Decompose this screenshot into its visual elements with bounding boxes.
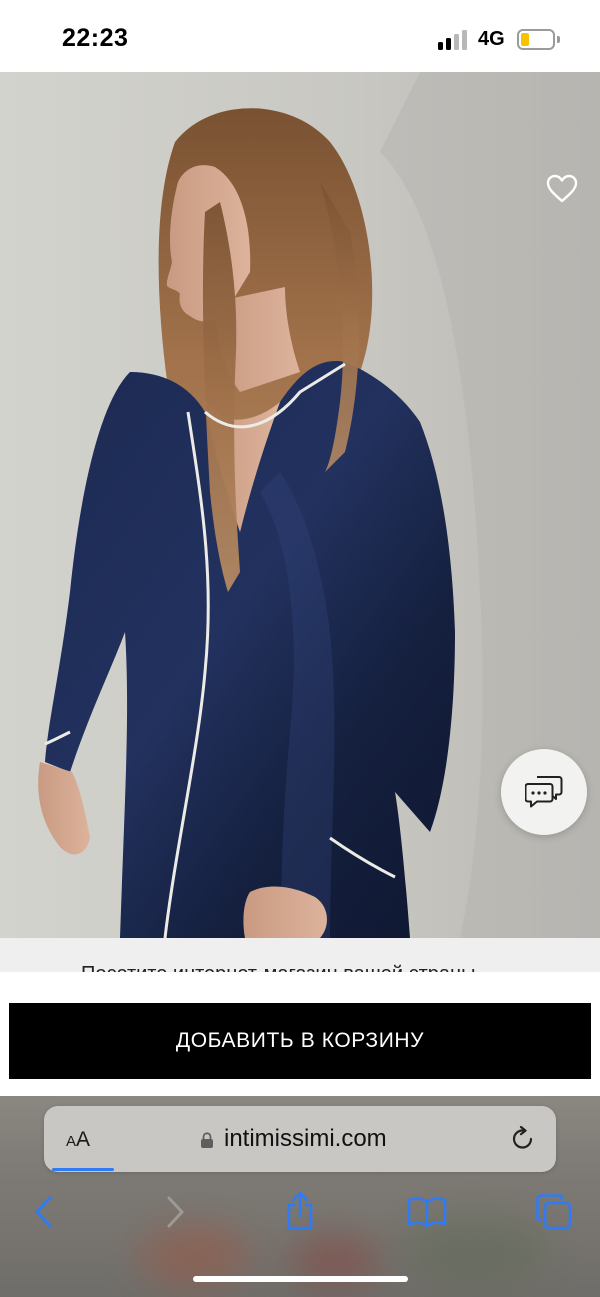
product-image[interactable] (0, 72, 600, 938)
favorite-button[interactable] (545, 172, 579, 206)
aa-small-glyph: A (66, 1133, 77, 1150)
battery-cap (557, 36, 560, 43)
status-time: 22:23 (62, 24, 129, 52)
home-indicator (193, 1276, 408, 1282)
back-icon[interactable] (32, 1194, 56, 1230)
add-to-cart-button[interactable]: ДОБАВИТЬ В КОРЗИНУ (9, 1003, 591, 1079)
reload-icon[interactable] (510, 1126, 536, 1152)
country-store-banner[interactable]: Посетите интернет-магазин вашей страны ⌄ (0, 938, 600, 972)
bookmarks-icon[interactable] (407, 1196, 447, 1228)
chat-bubbles-icon (525, 776, 563, 808)
share-icon[interactable] (284, 1190, 316, 1232)
heart-outline-icon (546, 174, 578, 203)
battery-icon (517, 29, 555, 50)
forward-icon[interactable] (163, 1194, 187, 1230)
page-load-progress (52, 1168, 114, 1171)
lock-icon (201, 1132, 213, 1148)
tabs-icon[interactable] (535, 1193, 573, 1231)
cellular-signal-icon (438, 30, 470, 50)
aa-big-glyph: A (76, 1128, 91, 1151)
banner-text: Посетите интернет-магазин вашей страны (81, 963, 475, 972)
browser-toolbar: AA intimissimi.com (0, 1096, 600, 1297)
chevron-icon: ⌄ (562, 965, 575, 972)
network-type: 4G (478, 28, 505, 50)
status-bar: 22:23 4G (0, 0, 600, 72)
add-to-cart-area: ДОБАВИТЬ В КОРЗИНУ (0, 972, 600, 1096)
reader-settings-button[interactable]: AA (66, 1128, 90, 1152)
address-bar[interactable]: AA intimissimi.com (44, 1106, 556, 1172)
chat-button[interactable] (501, 749, 587, 835)
url-text[interactable]: intimissimi.com (224, 1125, 387, 1153)
